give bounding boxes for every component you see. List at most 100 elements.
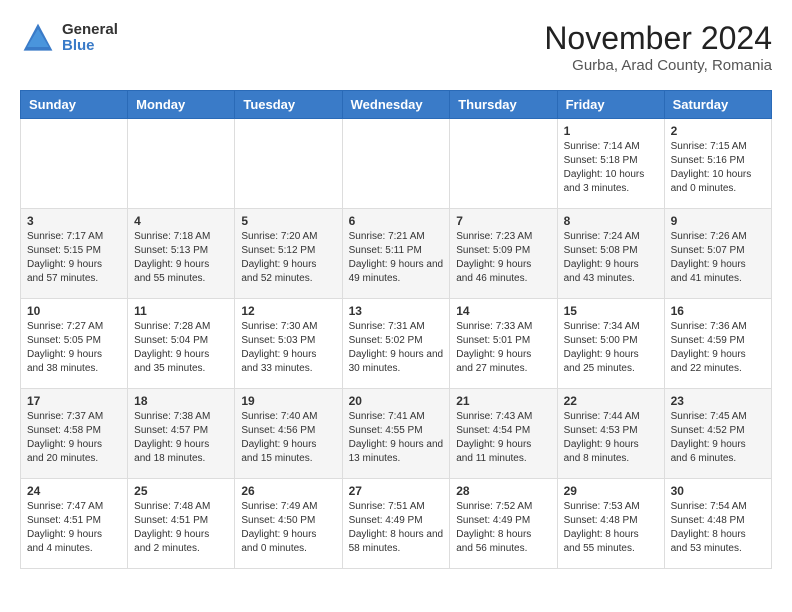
day-number: 11 — [134, 304, 228, 318]
day-info: Sunrise: 7:30 AMSunset: 5:03 PMDaylight:… — [241, 320, 335, 376]
calendar-cell: 28 Sunrise: 7:52 AMSunset: 4:49 PMDayligh… — [450, 479, 557, 569]
title-block: November 2024 Gurba, Arad County, Romani… — [544, 20, 772, 74]
calendar-cell: 29Sunrise: 7:53 AMSunset: 4:48 PMDayligh… — [557, 479, 664, 569]
day-number: 13 — [349, 304, 444, 318]
day-info: Sunrise: 7:47 AMSunset: 4:51 PMDaylight:… — [27, 500, 121, 556]
calendar-cell: 12 Sunrise: 7:30 AMSunset: 5:03 PMDayligh… — [235, 299, 342, 389]
logo: General Blue — [20, 20, 118, 56]
day-info: Sunrise: 7:54 AMSunset: 4:48 PMDaylight:… — [671, 500, 765, 556]
day-number: 17 — [27, 394, 121, 408]
day-number: 28 — [456, 484, 550, 498]
calendar-cell: 7Sunrise: 7:23 AMSunset: 5:09 PMDaylight… — [450, 209, 557, 299]
day-info: Sunrise: 7:52 AMSunset: 4:49 PMDaylight:… — [456, 500, 550, 556]
day-number: 20 — [349, 394, 444, 408]
day-info: Sunrise: 7:49 AMSunset: 4:50 PMDaylight:… — [241, 500, 335, 556]
day-number: 21 — [456, 394, 550, 408]
week-row-2: 3 Sunrise: 7:17 AMSunset: 5:15 PMDaylight… — [21, 209, 772, 299]
calendar-cell — [342, 119, 450, 209]
day-number: 3 — [27, 214, 121, 228]
day-number: 22 — [564, 394, 658, 408]
calendar-body: 1Sunrise: 7:14 AMSunset: 5:18 PMDaylight… — [21, 119, 772, 569]
day-number: 14 — [456, 304, 550, 318]
day-number: 7 — [456, 214, 550, 228]
calendar-cell: 25 Sunrise: 7:48 AMSunset: 4:51 PMDayligh… — [128, 479, 235, 569]
day-number: 23 — [671, 394, 765, 408]
day-info: Sunrise: 7:48 AMSunset: 4:51 PMDaylight:… — [134, 500, 228, 556]
calendar-cell: 5Sunrise: 7:20 AMSunset: 5:12 PMDaylight… — [235, 209, 342, 299]
calendar-cell: 6 Sunrise: 7:21 AMSunset: 5:11 PMDaylight… — [342, 209, 450, 299]
calendar-cell: 8 Sunrise: 7:24 AMSunset: 5:08 PMDaylight… — [557, 209, 664, 299]
calendar-cell: 26 Sunrise: 7:49 AMSunset: 4:50 PMDayligh… — [235, 479, 342, 569]
day-info: Sunrise: 7:18 AMSunset: 5:13 PMDaylight:… — [134, 230, 228, 286]
weekday-header-sunday: Sunday — [21, 91, 128, 119]
page-header: General Blue November 2024 Gurba, Arad C… — [20, 20, 772, 74]
day-info: Sunrise: 7:20 AMSunset: 5:12 PMDaylight:… — [241, 230, 335, 286]
day-info: Sunrise: 7:44 AMSunset: 4:53 PMDaylight:… — [564, 410, 658, 466]
day-info: Sunrise: 7:37 AMSunset: 4:58 PMDaylight:… — [27, 410, 121, 466]
calendar-cell — [235, 119, 342, 209]
month-title: November 2024 — [544, 20, 772, 57]
logo-icon — [20, 20, 56, 56]
calendar-cell: 10 Sunrise: 7:27 AMSunset: 5:05 PMDayligh… — [21, 299, 128, 389]
day-number: 15 — [564, 304, 658, 318]
day-number: 2 — [671, 124, 765, 138]
week-row-1: 1Sunrise: 7:14 AMSunset: 5:18 PMDaylight… — [21, 119, 772, 209]
day-info: Sunrise: 7:26 AMSunset: 5:07 PMDaylight:… — [671, 230, 765, 286]
calendar-cell: 30 Sunrise: 7:54 AMSunset: 4:48 PMDayligh… — [664, 479, 771, 569]
calendar-cell — [21, 119, 128, 209]
calendar-cell: 13Sunrise: 7:31 AMSunset: 5:02 PMDayligh… — [342, 299, 450, 389]
calendar-cell: 9Sunrise: 7:26 AMSunset: 5:07 PMDaylight… — [664, 209, 771, 299]
weekday-row: SundayMondayTuesdayWednesdayThursdayFrid… — [21, 91, 772, 119]
calendar-table: SundayMondayTuesdayWednesdayThursdayFrid… — [20, 90, 772, 569]
weekday-header-monday: Monday — [128, 91, 235, 119]
day-info: Sunrise: 7:51 AMSunset: 4:49 PMDaylight:… — [349, 500, 444, 556]
day-info: Sunrise: 7:17 AMSunset: 5:15 PMDaylight:… — [27, 230, 121, 286]
day-info: Sunrise: 7:24 AMSunset: 5:08 PMDaylight:… — [564, 230, 658, 286]
week-row-5: 24Sunrise: 7:47 AMSunset: 4:51 PMDayligh… — [21, 479, 772, 569]
day-info: Sunrise: 7:38 AMSunset: 4:57 PMDaylight:… — [134, 410, 228, 466]
calendar-cell — [128, 119, 235, 209]
day-info: Sunrise: 7:41 AMSunset: 4:55 PMDaylight:… — [349, 410, 444, 466]
calendar-cell: 20 Sunrise: 7:41 AMSunset: 4:55 PMDayligh… — [342, 389, 450, 479]
day-number: 19 — [241, 394, 335, 408]
day-number: 16 — [671, 304, 765, 318]
day-info: Sunrise: 7:33 AMSunset: 5:01 PMDaylight:… — [456, 320, 550, 376]
day-info: Sunrise: 7:14 AMSunset: 5:18 PMDaylight:… — [564, 140, 658, 196]
calendar-cell: 16 Sunrise: 7:36 AMSunset: 4:59 PMDayligh… — [664, 299, 771, 389]
weekday-header-thursday: Thursday — [450, 91, 557, 119]
calendar-cell: 27 Sunrise: 7:51 AMSunset: 4:49 PMDayligh… — [342, 479, 450, 569]
day-number: 6 — [349, 214, 444, 228]
weekday-header-wednesday: Wednesday — [342, 91, 450, 119]
day-info: Sunrise: 7:34 AMSunset: 5:00 PMDaylight:… — [564, 320, 658, 376]
calendar-cell: 4Sunrise: 7:18 AMSunset: 5:13 PMDaylight… — [128, 209, 235, 299]
day-info: Sunrise: 7:40 AMSunset: 4:56 PMDaylight:… — [241, 410, 335, 466]
calendar-cell: 11 Sunrise: 7:28 AMSunset: 5:04 PMDayligh… — [128, 299, 235, 389]
logo-text: General Blue — [62, 22, 118, 55]
weekday-header-tuesday: Tuesday — [235, 91, 342, 119]
calendar-cell: 23Sunrise: 7:45 AMSunset: 4:52 PMDayligh… — [664, 389, 771, 479]
calendar-cell: 1Sunrise: 7:14 AMSunset: 5:18 PMDaylight… — [557, 119, 664, 209]
calendar-cell: 19 Sunrise: 7:40 AMSunset: 4:56 PMDayligh… — [235, 389, 342, 479]
day-number: 30 — [671, 484, 765, 498]
logo-blue-text: Blue — [62, 38, 118, 55]
day-number: 26 — [241, 484, 335, 498]
day-number: 12 — [241, 304, 335, 318]
day-info: Sunrise: 7:28 AMSunset: 5:04 PMDaylight:… — [134, 320, 228, 376]
day-info: Sunrise: 7:21 AMSunset: 5:11 PMDaylight:… — [349, 230, 444, 286]
week-row-4: 17 Sunrise: 7:37 AMSunset: 4:58 PMDayligh… — [21, 389, 772, 479]
day-info: Sunrise: 7:27 AMSunset: 5:05 PMDaylight:… — [27, 320, 121, 376]
calendar-cell: 21 Sunrise: 7:43 AMSunset: 4:54 PMDayligh… — [450, 389, 557, 479]
day-number: 10 — [27, 304, 121, 318]
day-number: 25 — [134, 484, 228, 498]
day-number: 8 — [564, 214, 658, 228]
calendar-cell: 2Sunrise: 7:15 AMSunset: 5:16 PMDaylight… — [664, 119, 771, 209]
day-number: 27 — [349, 484, 444, 498]
weekday-header-saturday: Saturday — [664, 91, 771, 119]
week-row-3: 10 Sunrise: 7:27 AMSunset: 5:05 PMDayligh… — [21, 299, 772, 389]
day-info: Sunrise: 7:36 AMSunset: 4:59 PMDaylight:… — [671, 320, 765, 376]
day-number: 29 — [564, 484, 658, 498]
day-info: Sunrise: 7:43 AMSunset: 4:54 PMDaylight:… — [456, 410, 550, 466]
calendar-cell: 3 Sunrise: 7:17 AMSunset: 5:15 PMDaylight… — [21, 209, 128, 299]
location: Gurba, Arad County, Romania — [544, 57, 772, 74]
weekday-header-friday: Friday — [557, 91, 664, 119]
